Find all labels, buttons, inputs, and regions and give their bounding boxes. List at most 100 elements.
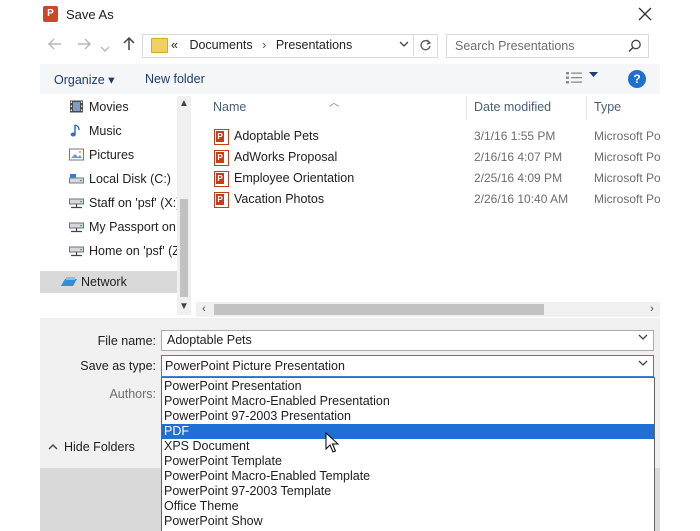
save-as-type-select[interactable]: PowerPoint Picture Presentation [161,355,654,377]
chevron-up-icon [48,443,58,454]
chevron-down-icon [100,46,110,52]
file-date: 2/26/16 10:40 AM [474,192,569,206]
nav-item-movies[interactable]: Movies [40,96,177,118]
nav-item-label: Movies [89,100,129,114]
breadcrumb-presentations[interactable]: Presentations [276,38,352,52]
search-icon[interactable] [627,38,643,54]
refresh-button[interactable] [413,35,436,56]
local-disk-icon [69,174,84,184]
forward-button[interactable] [75,37,93,55]
option-office-theme[interactable]: Office Theme [162,499,654,514]
search-box[interactable] [446,34,649,58]
file-row[interactable]: Vacation Photos 2/26/16 10:40 AM Microso… [196,189,660,210]
option-xps-document[interactable]: XPS Document [162,439,654,454]
breadcrumb: « Documents › Presentations [171,38,352,52]
file-row[interactable]: Employee Orientation 2/25/16 4:09 PM Mic… [196,168,660,189]
column-divider[interactable] [586,96,587,120]
up-button[interactable] [120,36,138,55]
file-name: AdWorks Proposal [234,150,338,164]
breadcrumb-overflow[interactable]: « [171,38,178,52]
window-title: Save As [66,7,114,22]
file-date: 2/25/16 4:09 PM [474,171,563,185]
view-details-icon[interactable] [565,71,583,85]
nav-item-pictures[interactable]: Pictures [40,144,177,166]
file-name-dropdown-button[interactable] [638,333,648,344]
file-row[interactable]: AdWorks Proposal 2/16/16 4:07 PM Microso… [196,147,660,168]
column-header-name[interactable]: Name [213,100,246,114]
nav-item-label: Music [89,124,122,138]
nav-item-label: Home on 'psf' (Z:) [89,244,177,258]
option-powerpoint-97-2003-presentation[interactable]: PowerPoint 97-2003 Presentation [162,409,654,424]
file-type: Microsoft Po [594,192,660,206]
scroll-down-arrow-icon[interactable]: ▼ [177,301,191,313]
scroll-left-arrow-icon[interactable]: ‹ [198,303,210,316]
breadcrumb-documents[interactable]: Documents [181,38,252,52]
save-as-type-dropdown-button[interactable] [638,359,648,370]
file-name-label: File name: [97,334,156,348]
close-icon [638,7,652,21]
save-as-type-label: Save as type: [80,359,156,373]
powerpoint-app-icon: P [43,6,58,22]
nav-item-label: Network [81,275,127,289]
navigation-pane: Movies Music Pictures Local Disk (C:) St… [40,96,177,312]
option-powerpoint-template[interactable]: PowerPoint Template [162,454,654,469]
option-pdf[interactable]: PDF [162,424,654,439]
nav-item-local-disk[interactable]: Local Disk (C:) [40,168,177,190]
file-type: Microsoft Po [594,171,660,185]
nav-item-label: Staff on 'psf' (X:) [89,196,177,210]
movies-icon [70,100,83,113]
organize-menu-button[interactable]: Organize ▾ [54,72,114,87]
powerpoint-file-icon [214,150,229,166]
file-name-value: Adoptable Pets [167,333,252,347]
nav-item-network[interactable]: Network [40,271,177,293]
chevron-down-icon [638,360,648,366]
nav-item-home-drive[interactable]: Home on 'psf' (Z:) [40,240,177,262]
nav-scrollbar-thumb[interactable] [180,199,188,297]
nav-item-staff-drive[interactable]: Staff on 'psf' (X:) [40,192,177,214]
nav-item-music[interactable]: Music [40,120,177,142]
music-icon [70,124,80,137]
save-as-type-options-list: PowerPoint Presentation PowerPoint Macro… [161,377,655,531]
option-powerpoint-macro-enabled-presentation[interactable]: PowerPoint Macro-Enabled Presentation [162,394,654,409]
option-powerpoint-macro-enabled-template[interactable]: PowerPoint Macro-Enabled Template [162,469,654,484]
column-divider[interactable] [466,96,467,120]
new-folder-button[interactable]: New folder [145,72,205,86]
network-drive-icon [69,198,84,209]
file-type: Microsoft Po [594,129,660,143]
horizontal-scrollbar-thumb[interactable] [214,304,544,315]
authors-label: Authors: [109,387,156,401]
recent-locations-button[interactable] [99,40,111,58]
forward-arrow-icon [78,38,91,50]
back-arrow-icon [48,38,61,50]
breadcrumb-separator-icon: › [262,38,267,52]
file-type: Microsoft Po [594,150,660,164]
nav-scrollbar[interactable]: ▲ ▼ [177,96,191,315]
command-toolbar: Organize ▾ New folder ? [40,64,660,94]
column-header-type[interactable]: Type [594,100,621,114]
nav-item-my-passport[interactable]: My Passport on [40,216,177,238]
caret-down-icon [589,72,598,77]
address-bar[interactable]: « Documents › Presentations [142,34,438,58]
option-powerpoint-show[interactable]: PowerPoint Show [162,514,654,529]
file-row[interactable]: Adoptable Pets 3/1/16 1:55 PM Microsoft … [196,126,660,147]
address-dropdown-button[interactable] [396,37,412,53]
help-button[interactable]: ? [628,70,646,88]
nav-item-label: Local Disk (C:) [89,172,171,186]
powerpoint-file-icon [214,192,229,208]
chevron-down-icon [638,334,648,340]
option-powerpoint-97-2003-template[interactable]: PowerPoint 97-2003 Template [162,484,654,499]
column-header-date-modified[interactable]: Date modified [474,100,551,114]
nav-item-label: Pictures [89,148,135,162]
close-button[interactable] [632,2,658,26]
file-name-field[interactable]: Adoptable Pets [161,330,654,351]
horizontal-scrollbar[interactable]: ‹ › [196,302,660,317]
scroll-right-arrow-icon[interactable]: › [646,303,658,316]
view-options-dropdown[interactable] [589,70,598,81]
sort-ascending-icon: ︿ [329,98,339,109]
hide-folders-button[interactable]: Hide Folders [48,440,135,454]
option-powerpoint-presentation[interactable]: PowerPoint Presentation [162,379,654,394]
save-as-type-value: PowerPoint Picture Presentation [165,359,345,373]
search-input[interactable] [447,35,627,57]
scroll-up-arrow-icon[interactable]: ▲ [177,98,191,110]
back-button[interactable] [46,37,64,55]
